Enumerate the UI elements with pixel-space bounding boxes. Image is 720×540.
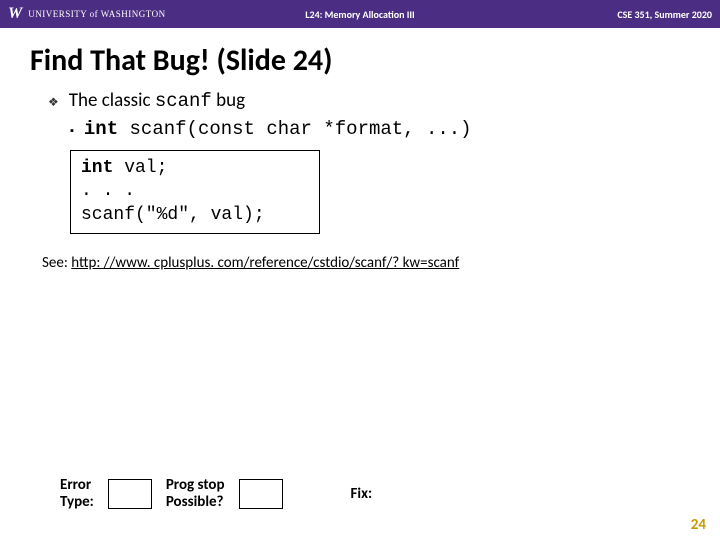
keyword-int: int bbox=[84, 118, 118, 140]
error-type-box bbox=[108, 479, 152, 509]
prog-stop-label: Prog stop Possible? bbox=[166, 477, 225, 510]
slide-header: W UNIVERSITY of WASHINGTON L24: Memory A… bbox=[0, 0, 720, 28]
fix-label: Fix: bbox=[351, 485, 373, 503]
error-type-l2: Type: bbox=[60, 494, 94, 511]
slide-body: ❖ The classic scanf bug ▪ int scanf(cons… bbox=[0, 89, 720, 272]
diamond-bullet-icon: ❖ bbox=[48, 95, 59, 110]
slide-title: Find That Bug! (Slide 24) bbox=[0, 28, 720, 89]
bullet1-text: The classic scanf bug bbox=[69, 89, 245, 112]
prog-stop-l1: Prog stop bbox=[166, 477, 225, 494]
code-kw: int bbox=[81, 158, 113, 178]
answer-row: Error Type: Prog stop Possible? Fix: bbox=[60, 477, 372, 510]
course-label: CSE 351, Summer 2020 bbox=[617, 8, 712, 21]
code-l2: . . . bbox=[81, 181, 135, 201]
header-left: W UNIVERSITY of WASHINGTON bbox=[8, 5, 166, 23]
signature-rest: scanf(const char *format, ...) bbox=[118, 118, 471, 140]
code-l1-rest: val; bbox=[113, 158, 167, 178]
bullet-level-2: ▪ int scanf(const char *format, ...) bbox=[70, 118, 690, 140]
scanf-signature: int scanf(const char *format, ...) bbox=[84, 118, 472, 140]
bullet1-pre: The classic bbox=[69, 89, 155, 112]
square-bullet-icon: ▪ bbox=[70, 124, 74, 137]
bullet-level-1: ❖ The classic scanf bug bbox=[48, 89, 690, 112]
bullet1-post: bug bbox=[212, 89, 245, 112]
university-name: UNIVERSITY of WASHINGTON bbox=[28, 9, 165, 19]
prog-stop-l2: Possible? bbox=[166, 494, 225, 511]
prog-stop-box bbox=[239, 479, 283, 509]
error-type-l1: Error bbox=[60, 477, 94, 494]
error-type-label: Error Type: bbox=[60, 477, 94, 510]
reference-link[interactable]: http: //www. cplusplus. com/reference/cs… bbox=[71, 254, 459, 272]
see-label: See: bbox=[42, 254, 71, 272]
code-l3: scanf("%d", val); bbox=[81, 205, 265, 225]
uw-logo-icon: W bbox=[8, 5, 22, 23]
see-reference: See: http: //www. cplusplus. com/referen… bbox=[42, 254, 690, 272]
code-box: int val; . . . scanf("%d", val); bbox=[70, 150, 320, 234]
lecture-label: L24: Memory Allocation III bbox=[305, 8, 414, 21]
bullet1-code: scanf bbox=[155, 90, 212, 112]
page-number: 24 bbox=[691, 516, 706, 534]
